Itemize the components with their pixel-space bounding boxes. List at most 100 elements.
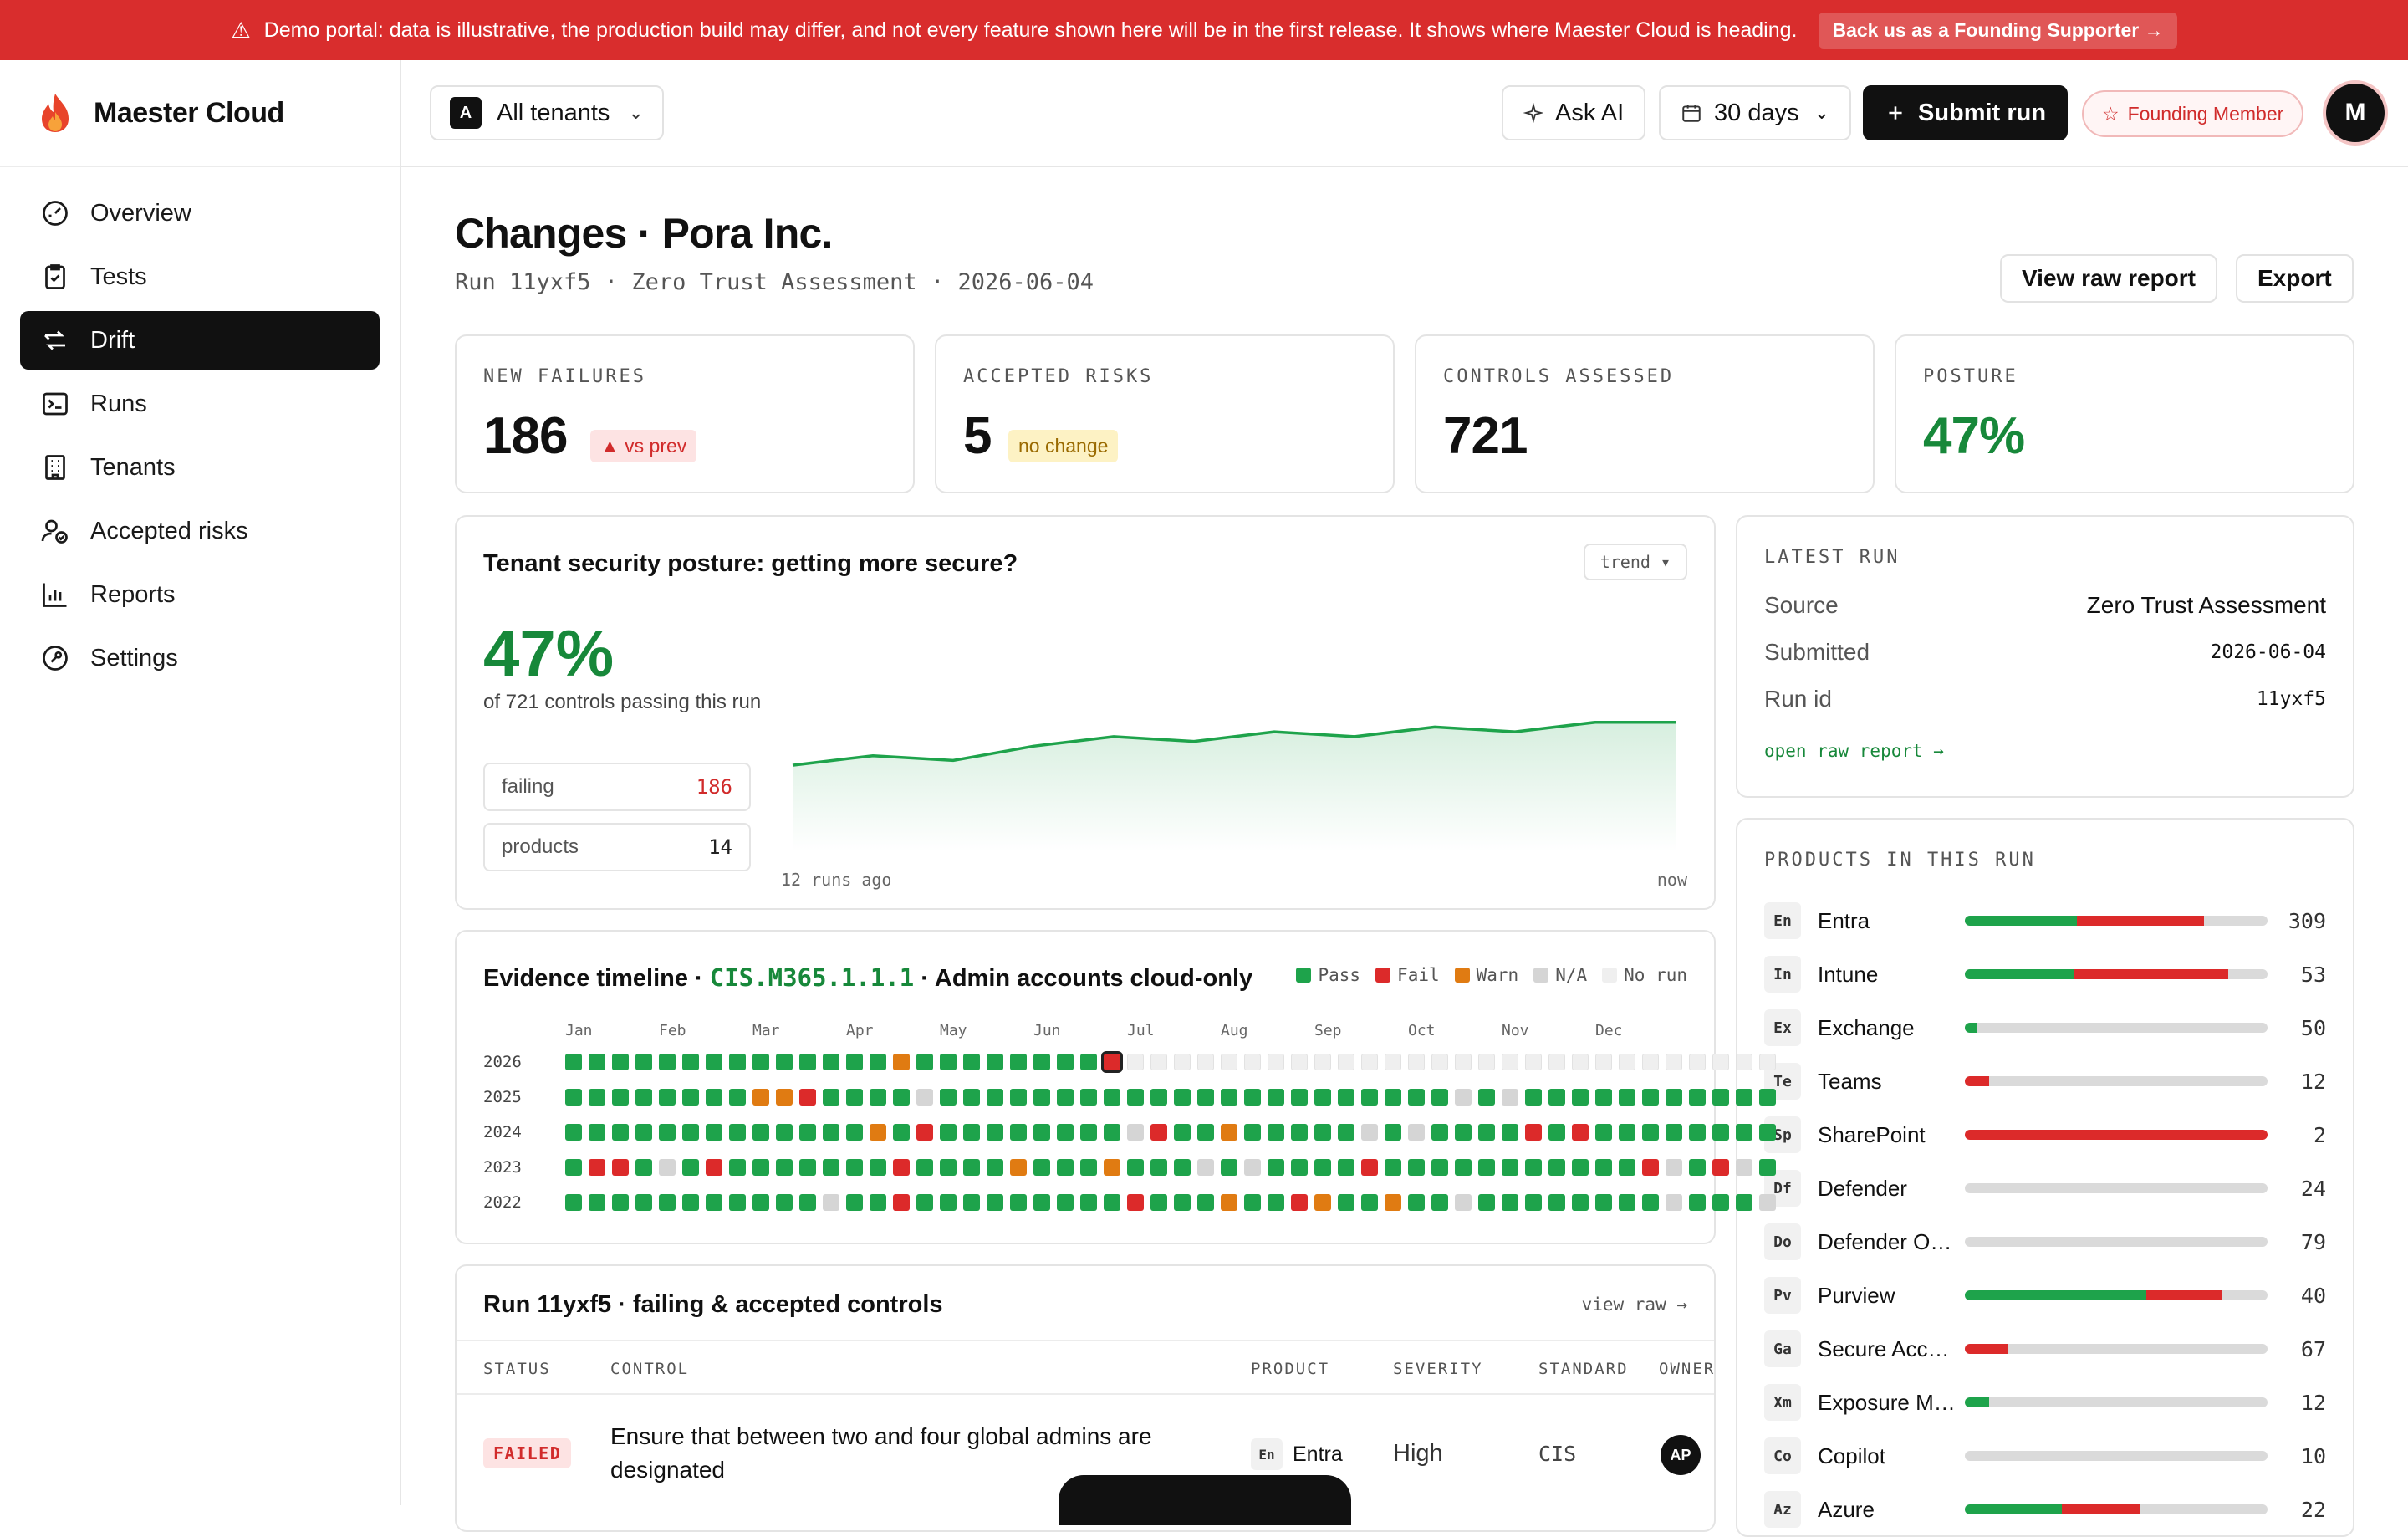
timeline-cell[interactable] <box>1080 1054 1097 1070</box>
timeline-cell[interactable] <box>1174 1124 1191 1141</box>
timeline-cell[interactable] <box>1104 1159 1120 1176</box>
timeline-cell[interactable] <box>799 1194 816 1211</box>
timeline-cell[interactable] <box>752 1089 769 1106</box>
timeline-cell[interactable] <box>1689 1089 1706 1106</box>
product-row[interactable]: En Entra 309 <box>1764 900 2326 942</box>
timeline-cell[interactable] <box>729 1159 746 1176</box>
timeline-cell[interactable] <box>1712 1124 1729 1141</box>
timeline-cell[interactable] <box>1291 1194 1308 1211</box>
timeline-cell[interactable] <box>1127 1159 1144 1176</box>
timeline-cell[interactable] <box>963 1124 980 1141</box>
timeline-cell[interactable] <box>1174 1159 1191 1176</box>
timeline-cell[interactable] <box>1572 1124 1589 1141</box>
timeline-cell[interactable] <box>659 1159 676 1176</box>
timeline-cell[interactable] <box>870 1194 886 1211</box>
timeline-cell[interactable] <box>1572 1159 1589 1176</box>
timeline-cell[interactable] <box>612 1124 629 1141</box>
timeline-cell[interactable] <box>916 1089 933 1106</box>
timeline-cell[interactable] <box>1525 1159 1542 1176</box>
timeline-cell[interactable] <box>1314 1089 1331 1106</box>
timeline-cell[interactable] <box>1010 1054 1027 1070</box>
timeline-cell[interactable] <box>1338 1159 1354 1176</box>
timeline-cell[interactable] <box>1338 1089 1354 1106</box>
timeline-cell[interactable] <box>1197 1054 1214 1070</box>
timeline-cell[interactable] <box>1642 1054 1659 1070</box>
timeline-cell[interactable] <box>776 1159 793 1176</box>
timeline-cell[interactable] <box>1712 1054 1729 1070</box>
product-row[interactable]: Ex Exchange 50 <box>1764 1007 2326 1049</box>
timeline-cell[interactable] <box>1642 1089 1659 1106</box>
timeline-cell[interactable] <box>799 1054 816 1070</box>
date-range-selector[interactable]: 30 days ⌄ <box>1659 85 1852 140</box>
timeline-cell[interactable] <box>987 1089 1003 1106</box>
brand[interactable]: Maester Cloud <box>0 60 400 167</box>
timeline-cell[interactable] <box>916 1159 933 1176</box>
timeline-cell[interactable] <box>1525 1054 1542 1070</box>
timeline-cell[interactable] <box>1736 1054 1752 1070</box>
timeline-cell[interactable] <box>706 1124 722 1141</box>
timeline-cell[interactable] <box>987 1054 1003 1070</box>
timeline-cell[interactable] <box>1431 1089 1448 1106</box>
timeline-cell[interactable] <box>963 1089 980 1106</box>
timeline-cell[interactable] <box>870 1089 886 1106</box>
timeline-cell[interactable] <box>1221 1194 1237 1211</box>
timeline-cell[interactable] <box>1057 1089 1074 1106</box>
timeline-cell[interactable] <box>752 1054 769 1070</box>
timeline-cell[interactable] <box>1595 1089 1612 1106</box>
timeline-cell[interactable] <box>1385 1054 1401 1070</box>
open-raw-report-link[interactable]: open raw report → <box>1764 741 1944 761</box>
timeline-cell[interactable] <box>1033 1124 1050 1141</box>
timeline-cell[interactable] <box>963 1194 980 1211</box>
nav-item-runs[interactable]: Runs <box>20 375 380 433</box>
product-row[interactable]: Az Azure 22 <box>1764 1488 2326 1530</box>
timeline-cell[interactable] <box>1150 1089 1167 1106</box>
timeline-cell[interactable] <box>1314 1194 1331 1211</box>
timeline-cell[interactable] <box>1689 1054 1706 1070</box>
timeline-cell[interactable] <box>1595 1054 1612 1070</box>
tenant-selector[interactable]: A All tenants ⌄ <box>430 85 664 140</box>
timeline-cell[interactable] <box>1221 1159 1237 1176</box>
timeline-cell[interactable] <box>1104 1089 1120 1106</box>
timeline-cell[interactable] <box>1150 1124 1167 1141</box>
timeline-cell[interactable] <box>776 1089 793 1106</box>
timeline-cell[interactable] <box>565 1194 582 1211</box>
timeline-cell[interactable] <box>1268 1124 1284 1141</box>
timeline-cell[interactable] <box>893 1089 910 1106</box>
timeline-cell[interactable] <box>1478 1194 1495 1211</box>
timeline-cell[interactable] <box>1689 1124 1706 1141</box>
timeline-cell[interactable] <box>1431 1194 1448 1211</box>
timeline-cell[interactable] <box>1385 1089 1401 1106</box>
timeline-cell[interactable] <box>682 1194 699 1211</box>
timeline-cell[interactable] <box>1736 1159 1752 1176</box>
timeline-cell[interactable] <box>963 1159 980 1176</box>
timeline-cell[interactable] <box>1525 1089 1542 1106</box>
timeline-cell[interactable] <box>1502 1124 1518 1141</box>
timeline-cell[interactable] <box>823 1124 839 1141</box>
timeline-cell[interactable] <box>1736 1124 1752 1141</box>
timeline-cell[interactable] <box>1127 1194 1144 1211</box>
timeline-cell[interactable] <box>729 1124 746 1141</box>
timeline-cell[interactable] <box>1127 1054 1144 1070</box>
nav-item-tests[interactable]: Tests <box>20 248 380 306</box>
timeline-cell[interactable] <box>1080 1159 1097 1176</box>
timeline-cell[interactable] <box>635 1159 652 1176</box>
timeline-cell[interactable] <box>659 1194 676 1211</box>
timeline-cell[interactable] <box>893 1194 910 1211</box>
timeline-cell[interactable] <box>1291 1089 1308 1106</box>
timeline-cell[interactable] <box>1221 1124 1237 1141</box>
timeline-cell[interactable] <box>1408 1054 1425 1070</box>
timeline-cell[interactable] <box>1244 1054 1261 1070</box>
timeline-cell[interactable] <box>1268 1054 1284 1070</box>
timeline-cell[interactable] <box>940 1194 957 1211</box>
timeline-cell[interactable] <box>1291 1124 1308 1141</box>
timeline-cell[interactable] <box>1244 1124 1261 1141</box>
timeline-cell[interactable] <box>1361 1194 1378 1211</box>
timeline-cell[interactable] <box>823 1194 839 1211</box>
timeline-cell[interactable] <box>1689 1159 1706 1176</box>
timeline-cell[interactable] <box>1385 1124 1401 1141</box>
timeline-cell[interactable] <box>682 1124 699 1141</box>
product-row[interactable]: Df Defender 24 <box>1764 1167 2326 1209</box>
timeline-cell[interactable] <box>1666 1054 1682 1070</box>
timeline-cell[interactable] <box>1314 1124 1331 1141</box>
timeline-cell[interactable] <box>1033 1089 1050 1106</box>
